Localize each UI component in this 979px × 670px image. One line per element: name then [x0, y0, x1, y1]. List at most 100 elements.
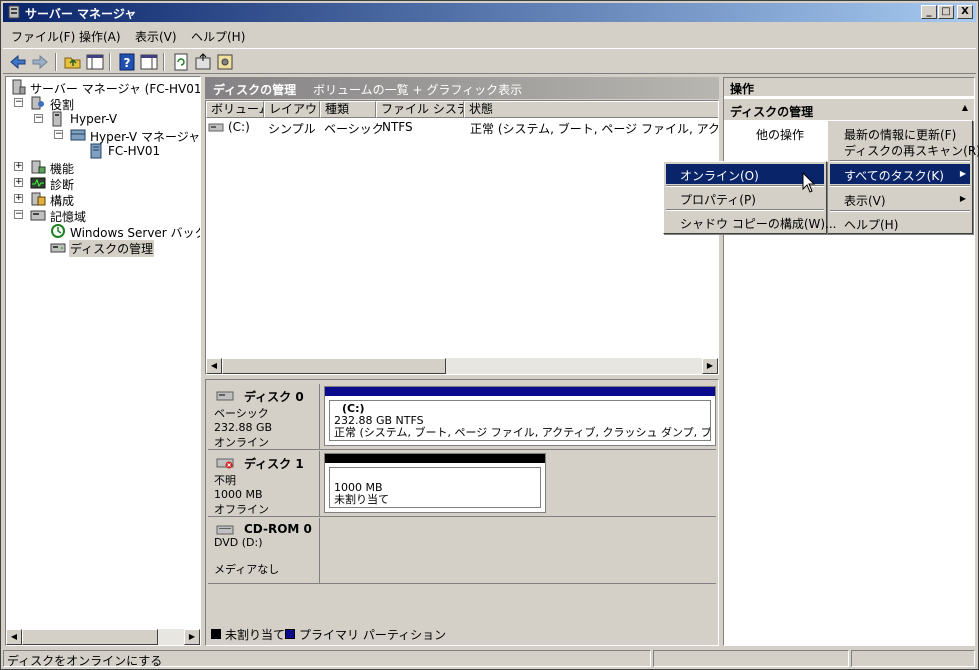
menu-separator	[666, 185, 824, 187]
show-hide-tree-icon[interactable]	[85, 52, 105, 72]
disk-info-0[interactable]: ディスク 0 ベーシック 232.88 GB オンライン	[208, 384, 320, 449]
volume-status: 未割り当て	[334, 493, 389, 506]
maximize-button[interactable]: □	[938, 5, 954, 19]
menu-separator	[830, 210, 970, 212]
scroll-right-icon[interactable]: ▶	[184, 629, 200, 645]
scroll-thumb[interactable]	[22, 629, 158, 645]
disk-offline-icon	[216, 458, 234, 469]
toolbar-separator	[109, 53, 111, 71]
properties-view-icon[interactable]	[139, 52, 159, 72]
title-bar[interactable]: サーバー マネージャ _ □ X	[3, 3, 976, 22]
collapse-icon[interactable]: −	[14, 98, 23, 107]
menu-item-label: 表示(V)	[844, 194, 886, 208]
menu-item-help[interactable]: ヘルプ(H)	[830, 213, 970, 233]
settings-icon[interactable]	[215, 52, 235, 72]
disk-size: 232.88 GB	[214, 421, 273, 434]
refresh-icon[interactable]	[171, 52, 191, 72]
tree-label: Hyper-V マネージャ	[90, 130, 201, 144]
column-header-status[interactable]: 状態	[464, 101, 718, 118]
disk-type: 不明	[214, 474, 236, 487]
other-actions[interactable]: 他の操作	[756, 126, 804, 143]
disk-info-1[interactable]: ディスク 1 不明 1000 MB オフライン	[208, 451, 320, 516]
menu-item-properties[interactable]: プロパティ(P)	[666, 188, 824, 208]
toolbar-separator	[163, 53, 165, 71]
scroll-right-icon[interactable]: ▶	[702, 358, 718, 374]
disk-management-icon	[50, 243, 66, 253]
tree-label: FC-HV01	[108, 144, 161, 158]
menu-separator	[830, 160, 970, 162]
menu-view[interactable]: 表示(V)	[135, 28, 177, 45]
column-header-layout[interactable]: レイアウト	[264, 101, 320, 118]
unallocated-swatch	[211, 629, 221, 639]
submenu-arrow-icon: ▶	[959, 169, 966, 178]
expand-icon[interactable]: +	[14, 178, 23, 187]
list-horizontal-scrollbar[interactable]: ◀ ▶	[206, 358, 718, 374]
tree-label: サーバー マネージャ (FC-HV01)	[30, 82, 201, 96]
forward-icon[interactable]	[30, 52, 50, 72]
collapse-icon[interactable]: −	[14, 210, 23, 219]
menu-item-all-tasks[interactable]: すべてのタスク(K) ▶	[830, 164, 970, 184]
help-icon[interactable]: ?	[117, 52, 137, 72]
scroll-thumb[interactable]	[222, 358, 446, 374]
disk-graphical-view[interactable]: ディスク 0 ベーシック 232.88 GB オンライン (C:) 232.88…	[205, 379, 719, 646]
cell-layout: シンプル	[268, 122, 316, 136]
disk-info-cdrom[interactable]: CD-ROM 0 DVD (D:) メディアなし	[208, 518, 320, 583]
toolbar-separator	[55, 53, 57, 71]
hyperv-icon	[52, 111, 62, 127]
cdrom-drive-icon	[216, 525, 234, 535]
volume-details: 1000 MB 未割り当て	[329, 467, 541, 508]
disk-drive-icon	[216, 391, 234, 401]
diagnostics-icon	[30, 177, 46, 189]
hyperv-manager-icon	[70, 129, 86, 141]
backup-icon	[51, 224, 65, 238]
volume-c-partition[interactable]: (C:) 232.88 GB NTFS 正常 (システム, ブート, ページ フ…	[324, 386, 716, 446]
export-icon[interactable]	[193, 52, 213, 72]
menu-item-shadow-copy[interactable]: シャドウ コピーの構成(W)...	[666, 212, 837, 232]
menu-item-online[interactable]: オンライン(O)	[666, 164, 824, 184]
menu-action[interactable]: 操作(A)	[79, 28, 121, 45]
up-folder-icon[interactable]	[63, 52, 83, 72]
action-section-disk-management[interactable]: ディスクの管理 ▲	[724, 98, 974, 120]
menu-item-view[interactable]: 表示(V) ▶	[830, 189, 970, 209]
cell-status: 正常 (システム, ブート, ページ ファイル, アクティブ, クラッシュ ダン…	[470, 122, 718, 136]
tree-label-selected: ディスクの管理	[69, 240, 155, 257]
navigation-tree[interactable]: サーバー マネージャ (FC-HV01) − 役割 − Hyper-V − Hy…	[5, 76, 201, 646]
minimize-button[interactable]: _	[921, 5, 937, 19]
action-section-title: ディスクの管理	[730, 105, 814, 119]
scroll-left-icon[interactable]: ◀	[206, 358, 222, 374]
back-icon[interactable]	[8, 52, 28, 72]
unallocated-space[interactable]: 1000 MB 未割り当て	[324, 453, 546, 513]
column-header-filesystem[interactable]: ファイル システム	[376, 101, 464, 118]
status-panel-2	[653, 650, 849, 667]
scroll-left-icon[interactable]: ◀	[6, 629, 22, 645]
status-bar: ディスクをオンラインにする	[3, 649, 976, 668]
disk-status: オンライン	[214, 436, 269, 449]
collapse-icon[interactable]: −	[34, 114, 43, 123]
disk-type: DVD (D:)	[214, 536, 263, 549]
legend-unallocated: 未割り当て	[225, 628, 286, 642]
other-actions-menu: 最新の情報に更新(F) ディスクの再スキャン(R) すべてのタスク(K) ▶ 表…	[827, 120, 979, 234]
close-button[interactable]: X	[957, 5, 973, 19]
volume-list[interactable]: ボリューム レイアウト 種類 ファイル システム 状態 (C:) シンプル ベー…	[205, 100, 719, 375]
disk-size: 1000 MB	[214, 488, 263, 501]
disk-row-cdrom[interactable]: CD-ROM 0 DVD (D:) メディアなし	[208, 518, 716, 584]
disk-row-0[interactable]: ディスク 0 ベーシック 232.88 GB オンライン (C:) 232.88…	[208, 384, 716, 450]
mouse-cursor-icon	[802, 172, 816, 193]
expand-icon[interactable]: +	[14, 162, 23, 171]
host-icon	[90, 143, 102, 159]
menu-item-rescan-disks[interactable]: ディスクの再スキャン(R)	[830, 139, 979, 159]
column-header-type[interactable]: 種類	[320, 101, 376, 118]
collapse-arrow-icon[interactable]: ▲	[962, 103, 968, 112]
column-header-volume[interactable]: ボリューム	[206, 101, 264, 118]
volume-details: (C:) 232.88 GB NTFS 正常 (システム, ブート, ページ フ…	[329, 400, 711, 441]
volume-drive-icon	[208, 123, 224, 132]
disk-status: メディアなし	[214, 563, 280, 576]
tree-horizontal-scrollbar[interactable]: ◀ ▶	[6, 629, 200, 645]
menu-file[interactable]: ファイル(F)	[11, 28, 75, 45]
disk-row-1[interactable]: ディスク 1 不明 1000 MB オフライン 1000 MB 未割り当て	[208, 451, 716, 517]
tree-label: 診断	[50, 178, 75, 192]
menu-help[interactable]: ヘルプ(H)	[191, 28, 245, 45]
expand-icon[interactable]: +	[14, 194, 23, 203]
cell-filesystem: NTFS	[382, 120, 413, 134]
collapse-icon[interactable]: −	[54, 130, 63, 139]
